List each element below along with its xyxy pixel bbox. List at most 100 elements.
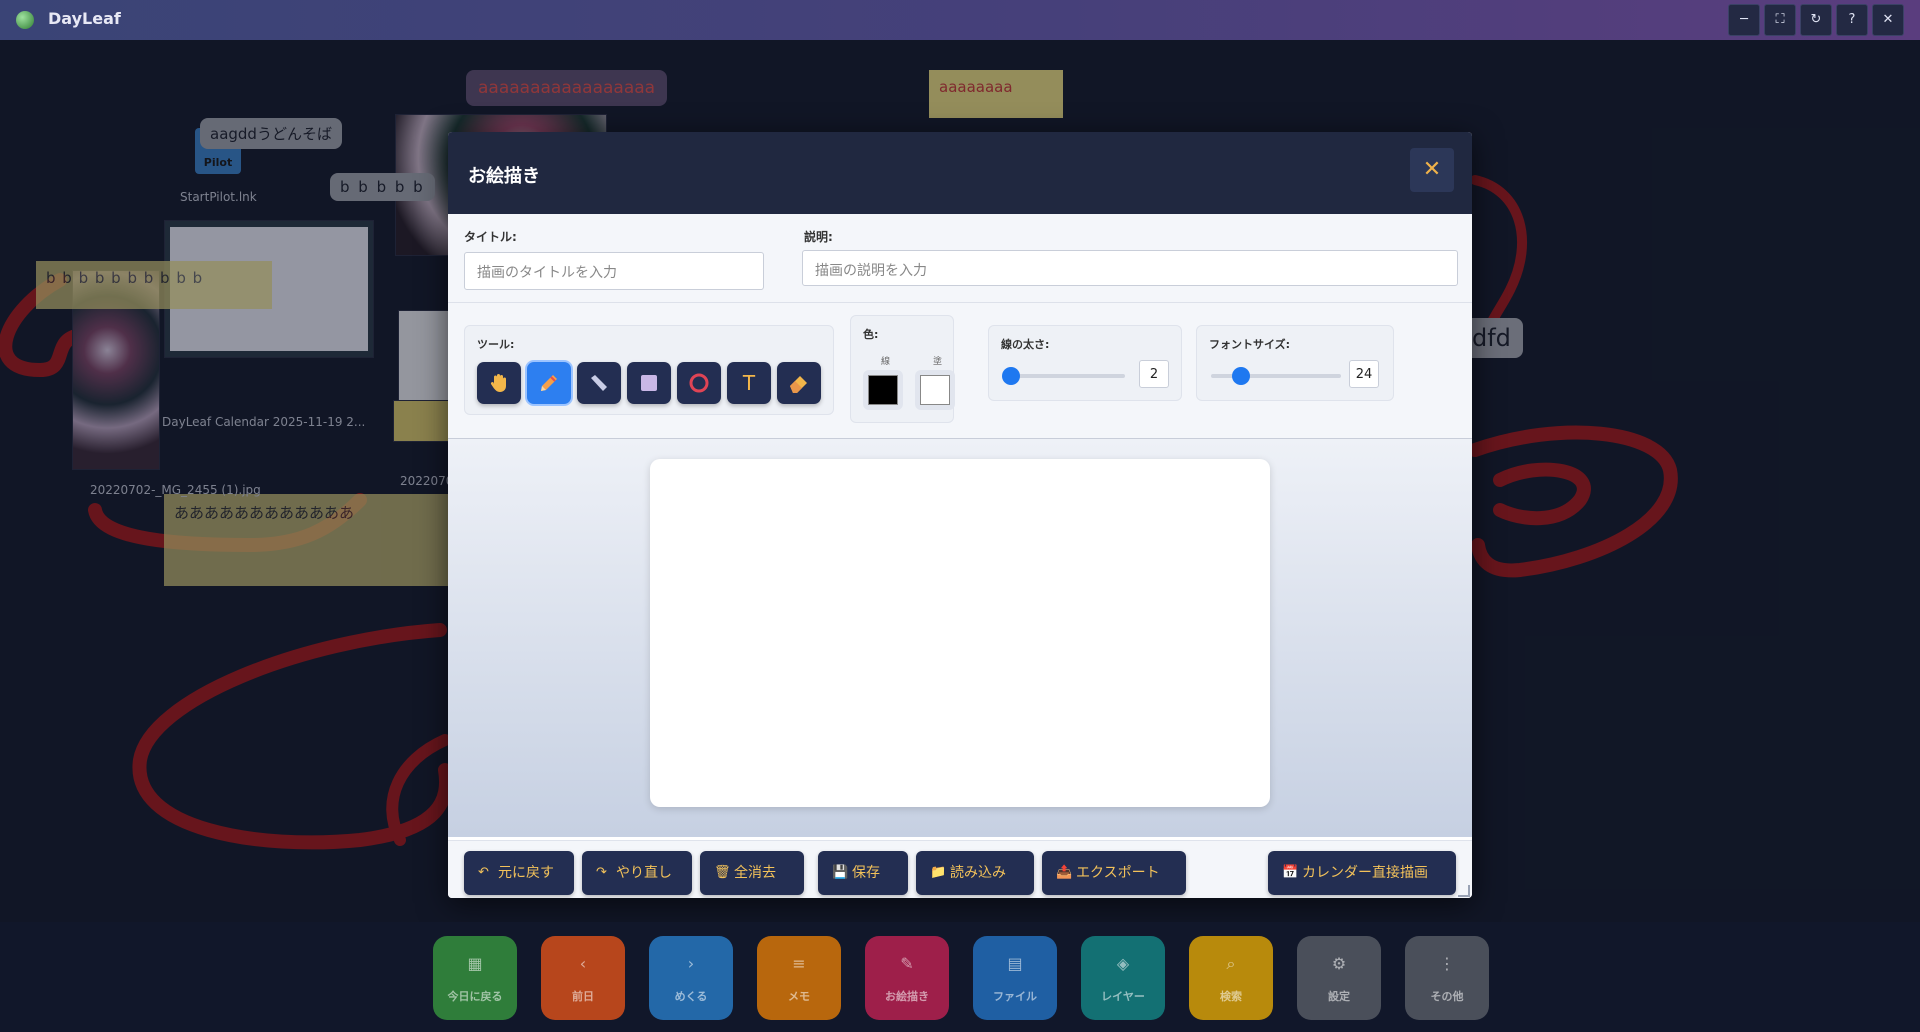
sticky-note[interactable]: ああああああああああああ xyxy=(164,494,454,586)
description-field-label: 説明: xyxy=(804,230,833,244)
minimize-button[interactable]: ─ xyxy=(1728,4,1760,36)
layer-dock-button[interactable]: ◈ レイヤー xyxy=(1081,936,1165,1020)
font-size-slider[interactable] xyxy=(1211,374,1341,378)
file-label: 20220702-_MG_2455 (1).jpg xyxy=(90,483,261,497)
close-dialog-button[interactable]: ✕ xyxy=(1410,148,1454,192)
drawing-dock-button[interactable]: ✎ お絵描き xyxy=(865,936,949,1020)
dialog-title: お絵描き xyxy=(468,166,540,187)
more-dock-button[interactable]: ⋮ その他 xyxy=(1405,936,1489,1020)
export-button[interactable]: 📤 エクスポート xyxy=(1042,851,1186,895)
hand-icon xyxy=(490,374,506,392)
dock-button-label: 今日に戻る xyxy=(447,990,503,1003)
rectangle-icon xyxy=(641,375,657,391)
file-icon: ▤ xyxy=(1007,954,1023,973)
stroke-color-label: 線 xyxy=(881,357,891,367)
note-text: b b b b b b b b b b xyxy=(46,269,204,287)
undo-label: 元に戻す xyxy=(498,865,554,881)
help-button[interactable]: ? xyxy=(1836,4,1868,36)
drawing-canvas[interactable] xyxy=(650,459,1270,807)
fill-color-picker[interactable] xyxy=(915,370,955,410)
trash-icon: 🗑 xyxy=(714,865,731,880)
font-size-value[interactable]: 24 xyxy=(1349,360,1379,388)
dock-button-label: 前日 xyxy=(572,990,594,1003)
undo-button[interactable]: ↶ 元に戻す xyxy=(464,851,574,895)
drawing-info-fields: タイトル: 描画のタイトルを入力 説明: 描画の説明を入力 xyxy=(448,214,1472,303)
calendar-icon: 📅 xyxy=(1282,865,1299,880)
sticky-note[interactable]: aaaaaaaa xyxy=(929,70,1063,118)
app-logo-icon xyxy=(16,11,34,29)
memo-dock-button[interactable]: ≡ メモ xyxy=(757,936,841,1020)
font-size-slider-thumb[interactable] xyxy=(1231,367,1250,385)
search-icon: ⌕ xyxy=(1226,954,1236,973)
fill-color-label: 塗 xyxy=(933,357,943,367)
close-window-button[interactable]: ✕ xyxy=(1872,4,1904,36)
load-button[interactable]: 📁 読み込み xyxy=(916,851,1034,895)
font-size-label: フォントサイズ: xyxy=(1209,338,1291,351)
stroke-color-swatch xyxy=(868,375,898,405)
eraser-tool-button[interactable] xyxy=(777,362,821,404)
calendar-icon: ▦ xyxy=(467,954,483,973)
line-width-slider[interactable] xyxy=(1005,374,1125,378)
dialog-header: お絵描き ✕ xyxy=(448,132,1472,214)
resize-grip-icon[interactable] xyxy=(1458,885,1470,897)
file-dock-button[interactable]: ▤ ファイル xyxy=(973,936,1057,1020)
undo-icon: ↶ xyxy=(478,865,489,880)
reload-button[interactable]: ↻ xyxy=(1800,4,1832,36)
dock-button-label: めくる xyxy=(674,990,708,1003)
next-page-dock-button[interactable]: › めくる xyxy=(649,936,733,1020)
font-size-panel: フォントサイズ: 24 xyxy=(1196,325,1394,401)
line-width-label: 線の太さ: xyxy=(1001,338,1050,351)
redo-button[interactable]: ↷ やり直し xyxy=(582,851,692,895)
speech-bubble[interactable]: aaaaaaaaaaaaaaaaa xyxy=(466,70,668,106)
pen-tool-button[interactable] xyxy=(527,362,571,404)
drawing-dialog: お絵描き ✕ タイトル: 描画のタイトルを入力 説明: 描画の説明を入力 ツール… xyxy=(448,132,1472,898)
text-tool-button[interactable]: T xyxy=(727,362,771,404)
today-dock-button[interactable]: ▦ 今日に戻る xyxy=(433,936,517,1020)
search-dock-button[interactable]: ⌕ 検索 xyxy=(1189,936,1273,1020)
save-label: 保存 xyxy=(852,865,880,881)
redo-label: やり直し xyxy=(616,865,672,881)
dialog-actions: ↶ 元に戻す ↷ やり直し 🗑 全消去 💾 保存 📁 読み込み 📤 エクスポート 📅 カレンダ… xyxy=(448,840,1472,898)
rectangle-tool-button[interactable] xyxy=(627,362,671,404)
save-button[interactable]: 💾 保存 xyxy=(818,851,908,895)
circle-tool-button[interactable] xyxy=(677,362,721,404)
image-thumbnail[interactable] xyxy=(393,400,451,442)
clear-all-button[interactable]: 🗑 全消去 xyxy=(700,851,804,895)
color-panel: 色: 線 塗 xyxy=(850,315,955,423)
file-label: 2022070 xyxy=(400,474,454,488)
gear-icon: ⚙ xyxy=(1331,954,1347,973)
pencil-icon xyxy=(541,375,557,391)
load-label: 読み込み xyxy=(950,865,1006,881)
speech-bubble[interactable]: aagddうどんそば xyxy=(200,118,342,149)
line-width-value[interactable]: 2 xyxy=(1139,360,1169,388)
chevron-left-icon: ‹ xyxy=(579,954,587,973)
drawing-title-input[interactable]: 描画のタイトルを入力 xyxy=(464,252,764,290)
canvas-area xyxy=(448,439,1472,837)
drawing-description-input[interactable]: 描画の説明を入力 xyxy=(802,250,1458,286)
circle-icon xyxy=(689,373,709,393)
dock-button-label: ファイル xyxy=(993,990,1037,1003)
settings-dock-button[interactable]: ⚙ 設定 xyxy=(1297,936,1381,1020)
dock-button-label: メモ xyxy=(788,990,810,1003)
icon-badge-text: Pilot xyxy=(203,156,233,169)
hand-tool-button[interactable] xyxy=(477,362,521,404)
eraser-icon xyxy=(790,376,807,393)
draw-on-calendar-label: カレンダー直接描画 xyxy=(1302,865,1428,881)
speech-bubble[interactable]: b b b b b xyxy=(330,173,435,201)
brush-icon: ✎ xyxy=(900,954,914,973)
redo-icon: ↷ xyxy=(596,865,607,880)
line-tool-button[interactable] xyxy=(577,362,621,404)
sticky-note[interactable]: b b b b b b b b b b xyxy=(36,261,272,309)
color-label: 色: xyxy=(863,328,879,341)
toolbar: ツール: T 色: 線 塗 線の太さ: 2 フォントサイズ: 24 xyxy=(448,303,1472,439)
folder-icon: 📁 xyxy=(930,865,947,880)
save-icon: 💾 xyxy=(832,865,849,880)
previous-day-dock-button[interactable]: ‹ 前日 xyxy=(541,936,625,1020)
line-width-slider-thumb[interactable] xyxy=(1002,367,1020,385)
tools-panel: ツール: T xyxy=(464,325,834,415)
stroke-color-picker[interactable] xyxy=(863,370,903,410)
fullscreen-button[interactable]: ⛶ xyxy=(1764,4,1796,36)
file-label: DayLeaf Calendar 2025-11-19 2... xyxy=(162,415,366,429)
dock-button-label: 設定 xyxy=(1328,990,1350,1003)
draw-on-calendar-button[interactable]: 📅 カレンダー直接描画 xyxy=(1268,851,1456,895)
